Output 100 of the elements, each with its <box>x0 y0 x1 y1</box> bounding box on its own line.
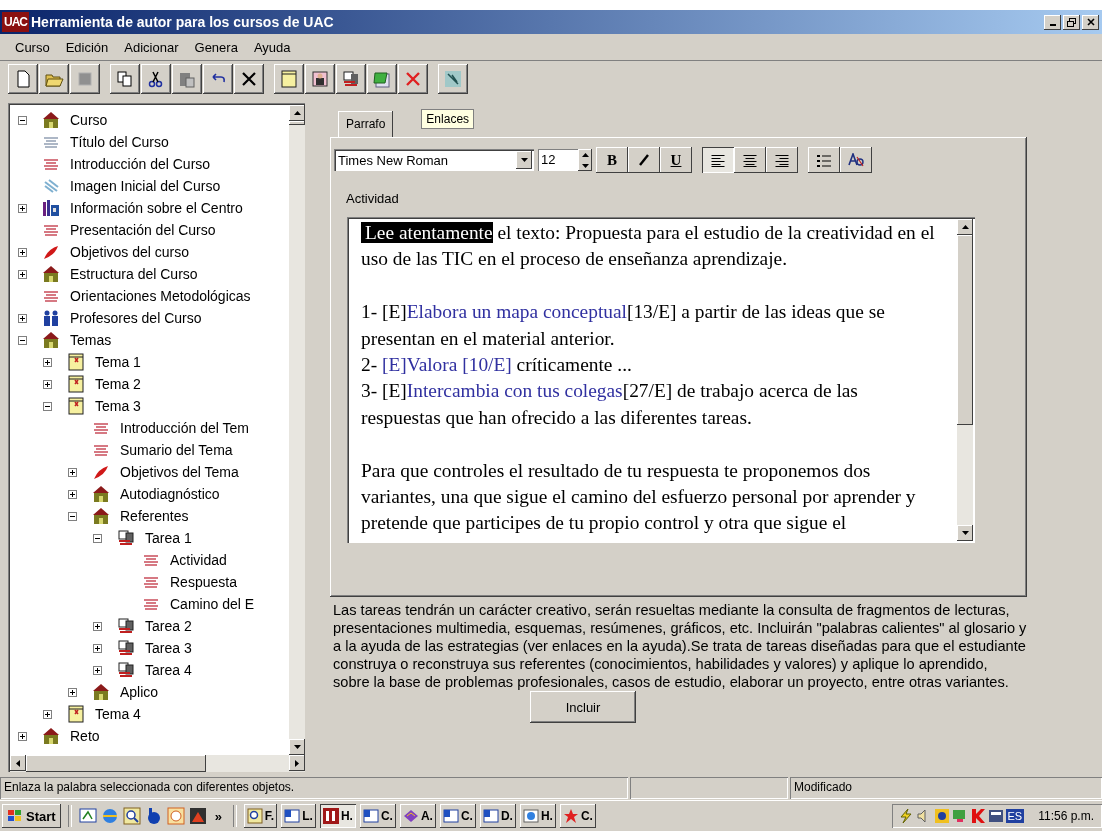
tree-item[interactable]: Curso <box>68 112 110 128</box>
keyboard-icon[interactable] <box>987 808 1004 824</box>
monitor-icon[interactable] <box>951 808 968 824</box>
tree-item[interactable]: Autodiagnóstico <box>118 486 222 502</box>
taskbar-button[interactable]: L. <box>281 804 316 828</box>
expand-toggle[interactable] <box>92 665 102 675</box>
language-indicator[interactable]: ES <box>1005 809 1025 823</box>
toolbar-button[interactable] <box>110 64 140 94</box>
expand-toggle[interactable] <box>17 313 27 323</box>
toolbar-button[interactable] <box>438 64 468 94</box>
taskbar-button[interactable]: C. <box>559 804 596 828</box>
taskbar-button[interactable]: F. <box>243 804 278 828</box>
expand-toggle[interactable] <box>42 379 52 389</box>
tree-item[interactable]: Imagen Inicial del Curso <box>68 178 223 194</box>
tree-item[interactable]: Orientaciones Metodológicas <box>68 288 253 304</box>
expand-toggle[interactable] <box>17 203 27 213</box>
toolbar-button[interactable] <box>234 64 264 94</box>
tree-item[interactable]: Tema 3 <box>93 398 143 414</box>
expand-toggle[interactable] <box>17 269 27 279</box>
tree-item[interactable]: Información sobre el Centro <box>68 200 245 216</box>
tree-item[interactable]: Camino del E <box>168 596 257 612</box>
tree-item[interactable]: Respuesta <box>168 574 239 590</box>
minimize-button[interactable] <box>1044 14 1061 30</box>
expand-toggle[interactable] <box>92 643 102 653</box>
menu-item[interactable]: Ayuda <box>246 37 298 57</box>
menu-item[interactable]: Adicionar <box>117 37 186 57</box>
search-icon[interactable] <box>122 807 141 825</box>
toolbar-button[interactable] <box>141 64 171 94</box>
align-left-button[interactable] <box>702 147 734 173</box>
text-link[interactable]: Intercambia con tus colegas <box>406 380 623 402</box>
tree-item[interactable]: Actividad <box>168 552 229 568</box>
text-editor[interactable] <box>347 217 975 543</box>
scrollbar[interactable] <box>10 755 305 772</box>
include-button[interactable]: Incluir <box>530 691 636 723</box>
tree-item[interactable]: Temas <box>68 332 114 348</box>
tree-item[interactable]: Título del Curso <box>68 134 171 150</box>
more-button[interactable]: » <box>210 808 226 824</box>
scrollbar[interactable] <box>957 219 973 541</box>
tree-item[interactable]: Tema 1 <box>93 354 143 370</box>
taskbar-button[interactable]: C. <box>439 804 476 828</box>
tree-item[interactable]: Referentes <box>118 508 191 524</box>
font-size-field[interactable]: 12 <box>538 149 578 171</box>
expand-toggle[interactable] <box>17 731 27 741</box>
scrollbar[interactable] <box>289 105 305 755</box>
lightning-icon[interactable] <box>897 808 914 824</box>
menu-item[interactable]: Genera <box>187 37 245 57</box>
toolbar-button[interactable] <box>70 64 100 94</box>
collapse-toggle[interactable] <box>17 335 27 345</box>
tree-item[interactable]: Tarea 3 <box>143 640 194 656</box>
toolbar-button[interactable] <box>336 64 366 94</box>
toolbar-button[interactable] <box>172 64 202 94</box>
start-button[interactable]: Start <box>2 804 61 828</box>
tree-item[interactable]: Presentación del Curso <box>68 222 218 238</box>
tree-item[interactable]: Tarea 2 <box>143 618 194 634</box>
spinner[interactable] <box>578 149 592 171</box>
text-link[interactable]: [E]Valora [10/E] <box>382 354 512 375</box>
close-button[interactable] <box>1082 14 1099 30</box>
k-shape-icon[interactable] <box>969 808 986 824</box>
toolbar-button[interactable] <box>305 64 335 94</box>
tree-item[interactable]: Reto <box>68 728 102 744</box>
tree-item[interactable]: Objetivos del curso <box>68 244 192 260</box>
tree-item[interactable]: Aplico <box>118 684 161 700</box>
tab[interactable]: Parrafo <box>338 111 394 137</box>
bullet-list-button[interactable] <box>808 147 840 173</box>
toolbar-button[interactable] <box>274 64 304 94</box>
toolbar-button[interactable] <box>8 64 38 94</box>
underline-button[interactable]: U <box>660 147 692 173</box>
toolbar-button[interactable] <box>39 64 69 94</box>
expand-toggle[interactable] <box>92 621 102 631</box>
expand-toggle[interactable] <box>67 489 77 499</box>
tree-item[interactable]: Tema 4 <box>93 706 143 722</box>
collapse-toggle[interactable] <box>17 115 27 125</box>
menu-item[interactable]: Curso <box>8 37 57 57</box>
network-icon[interactable] <box>933 808 950 824</box>
italic-button[interactable] <box>628 147 660 173</box>
taskbar-button[interactable]: A. <box>399 804 436 828</box>
spelling-button[interactable] <box>840 147 872 173</box>
align-right-button[interactable] <box>766 147 798 173</box>
taskbar-button[interactable]: D. <box>479 804 516 828</box>
tab[interactable]: Enlaces <box>421 109 475 129</box>
taskbar-button[interactable]: C. <box>359 804 396 828</box>
toolbar-button[interactable] <box>398 64 428 94</box>
tree-item[interactable]: Introducción del Tem <box>118 420 251 436</box>
expand-toggle[interactable] <box>42 357 52 367</box>
tree-item[interactable]: Tema 2 <box>93 376 143 392</box>
collapse-toggle[interactable] <box>67 511 77 521</box>
expand-toggle[interactable] <box>42 709 52 719</box>
bold-button[interactable]: B <box>596 147 628 173</box>
tree-item[interactable]: Objetivos del Tema <box>118 464 241 480</box>
tree-item[interactable]: Tarea 1 <box>143 530 194 546</box>
font-dropdown[interactable]: Times New Roman <box>334 149 534 171</box>
toolbar-button[interactable] <box>203 64 233 94</box>
expand-toggle[interactable] <box>17 247 27 257</box>
menu-item[interactable]: Edición <box>58 37 116 57</box>
tree-item[interactable]: Estructura del Curso <box>68 266 200 282</box>
text-link[interactable]: Elabora un mapa conceptual <box>406 301 627 323</box>
taskbar-button[interactable]: H. <box>519 804 556 828</box>
tree-item[interactable]: Sumario del Tema <box>118 442 235 458</box>
image-icon[interactable] <box>188 807 207 825</box>
align-center-button[interactable] <box>734 147 766 173</box>
